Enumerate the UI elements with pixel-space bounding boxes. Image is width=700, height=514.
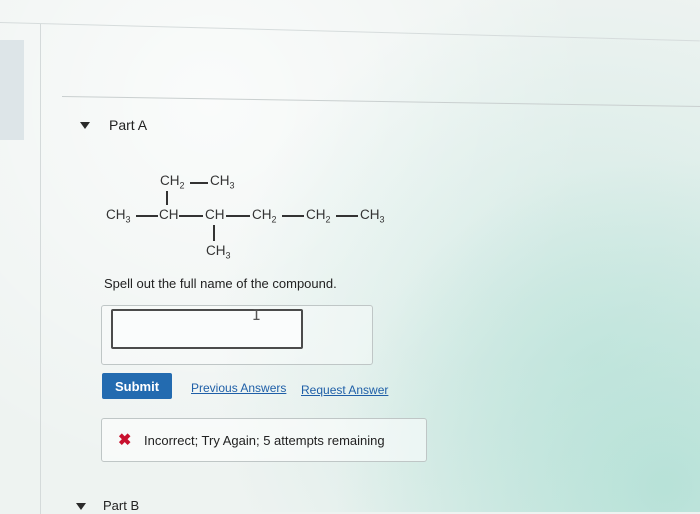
request-answer-link[interactable]: Request Answer bbox=[301, 383, 388, 397]
chem-group: CH3 bbox=[360, 207, 385, 225]
bond bbox=[336, 215, 358, 217]
chem-group: CH2 bbox=[252, 207, 277, 225]
caret-down-icon[interactable] bbox=[80, 122, 90, 129]
bond bbox=[166, 191, 168, 205]
close-icon: ✖ bbox=[118, 432, 132, 449]
chem-group: CH bbox=[159, 207, 179, 222]
question-prompt: Spell out the full name of the compound. bbox=[104, 276, 337, 291]
caret-down-icon[interactable] bbox=[76, 503, 86, 510]
chemical-structure: CH2 CH3 CH3 CH CH CH2 CH2 CH3 CH3 bbox=[96, 165, 396, 265]
chem-group: CH3 bbox=[206, 243, 231, 261]
left-panel-edge bbox=[0, 40, 24, 140]
content-left-border bbox=[40, 24, 41, 514]
part-b-title[interactable]: Part B bbox=[103, 498, 139, 513]
bond bbox=[190, 182, 208, 184]
bond bbox=[226, 215, 250, 217]
previous-answers-link[interactable]: Previous Answers bbox=[191, 381, 286, 395]
chem-group: CH3 bbox=[210, 173, 235, 191]
feedback-text: Incorrect; Try Again; 5 attempts remaini… bbox=[144, 433, 385, 448]
bond bbox=[179, 215, 203, 217]
bond bbox=[213, 225, 215, 241]
submit-button[interactable]: Submit bbox=[102, 373, 172, 399]
chem-group: CH2 bbox=[160, 173, 185, 191]
bond bbox=[282, 215, 304, 217]
answer-input[interactable] bbox=[111, 309, 303, 349]
part-a-title[interactable]: Part A bbox=[109, 117, 147, 133]
chem-group: CH3 bbox=[106, 207, 131, 225]
chem-group: CH2 bbox=[306, 207, 331, 225]
bond bbox=[136, 215, 158, 217]
chem-group: CH bbox=[205, 207, 225, 222]
text-cursor-icon: I bbox=[252, 306, 262, 324]
